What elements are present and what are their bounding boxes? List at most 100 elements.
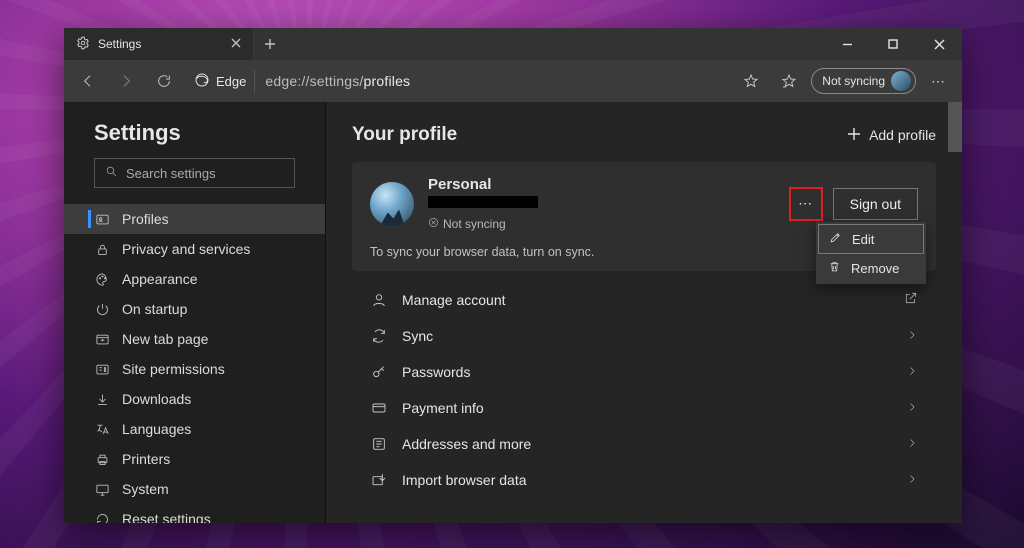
sync-status-label: Not syncing: [822, 74, 885, 88]
close-window-button[interactable]: [916, 28, 962, 60]
window-controls: [824, 28, 962, 60]
row-label: Passwords: [402, 364, 470, 380]
sign-out-button[interactable]: Sign out: [833, 188, 918, 220]
profile-context-menu: Edit Remove: [816, 222, 926, 284]
add-profile-button[interactable]: Add profile: [847, 127, 936, 144]
close-tab-icon[interactable]: [231, 37, 241, 51]
profile-avatar: [370, 182, 414, 226]
toolbar: Edge edge://settings/profiles Not syncin…: [64, 60, 962, 102]
context-menu-edit[interactable]: Edit: [818, 224, 924, 254]
sidebar-item-startup[interactable]: On startup: [64, 294, 325, 324]
key-icon: [370, 364, 388, 380]
printer-icon: [94, 452, 110, 467]
edge-logo-icon: [194, 72, 210, 91]
row-label: Import browser data: [402, 472, 527, 488]
sidebar-item-label: On startup: [122, 301, 187, 317]
row-sync[interactable]: Sync: [352, 318, 936, 354]
app-window: Settings Edge edge://settings/profiles N…: [64, 28, 962, 523]
settings-sidebar: Settings Search settings Profiles Privac…: [64, 102, 326, 523]
sidebar-item-downloads[interactable]: Downloads: [64, 384, 325, 414]
row-manage-account[interactable]: Manage account: [352, 281, 936, 318]
favorites-button[interactable]: [773, 65, 805, 97]
sidebar-item-permissions[interactable]: Site permissions: [64, 354, 325, 384]
sidebar-item-newtab[interactable]: New tab page: [64, 324, 325, 354]
search-placeholder: Search settings: [126, 166, 216, 181]
favorite-star-icon[interactable]: [735, 65, 767, 97]
row-label: Addresses and more: [402, 436, 531, 452]
search-settings-input[interactable]: Search settings: [94, 158, 295, 188]
sidebar-item-printers[interactable]: Printers: [64, 444, 325, 474]
sidebar-item-label: Site permissions: [122, 361, 225, 377]
titlebar: Settings: [64, 28, 962, 60]
sidebar-item-privacy[interactable]: Privacy and services: [64, 234, 325, 264]
pencil-icon: [829, 231, 842, 247]
add-profile-label: Add profile: [869, 127, 936, 143]
lock-icon: [94, 242, 110, 257]
sidebar-item-languages[interactable]: Languages: [64, 414, 325, 444]
sync-icon: [370, 328, 388, 344]
browser-tab-settings[interactable]: Settings: [64, 28, 254, 60]
external-link-icon: [904, 291, 918, 308]
profile-name: Personal: [428, 176, 538, 193]
content-area: Settings Search settings Profiles Privac…: [64, 102, 962, 523]
row-addresses[interactable]: Addresses and more: [352, 426, 936, 462]
profile-email-redacted: [428, 196, 538, 208]
address-icon: [370, 436, 388, 452]
sidebar-item-system[interactable]: System: [64, 474, 325, 504]
new-tab-button[interactable]: [254, 28, 286, 60]
chevron-right-icon: [906, 364, 918, 380]
chevron-right-icon: [906, 472, 918, 488]
row-payment[interactable]: Payment info: [352, 390, 936, 426]
profile-sync-pill[interactable]: Not syncing: [811, 68, 916, 94]
maximize-button[interactable]: [870, 28, 916, 60]
sidebar-item-label: Languages: [122, 421, 191, 437]
main-header: Your profile Add profile: [352, 124, 936, 146]
main-heading: Your profile: [352, 124, 457, 146]
sidebar-heading: Settings: [64, 120, 325, 158]
edge-identity: Edge: [186, 70, 255, 93]
url-path: profiles: [364, 73, 411, 89]
person-icon: [370, 292, 388, 308]
profile-info: Personal Not syncing: [428, 176, 538, 231]
sidebar-item-profiles[interactable]: Profiles: [64, 204, 325, 234]
sidebar-item-appearance[interactable]: Appearance: [64, 264, 325, 294]
sidebar-item-label: Profiles: [122, 211, 169, 227]
newtab-icon: [94, 332, 110, 347]
sidebar-item-reset[interactable]: Reset settings: [64, 504, 325, 523]
import-icon: [370, 472, 388, 488]
address-bar[interactable]: edge://settings/profiles: [265, 73, 729, 89]
sidebar-item-label: Appearance: [122, 271, 198, 287]
power-icon: [94, 302, 110, 317]
gear-icon: [76, 36, 90, 53]
chevron-right-icon: [906, 328, 918, 344]
chevron-right-icon: [906, 436, 918, 452]
forward-button[interactable]: [110, 65, 142, 97]
sidebar-item-label: Printers: [122, 451, 170, 467]
row-label: Sync: [402, 328, 433, 344]
minimize-button[interactable]: [824, 28, 870, 60]
download-icon: [94, 392, 110, 407]
language-icon: [94, 422, 110, 437]
permissions-icon: [94, 362, 110, 377]
row-label: Manage account: [402, 292, 506, 308]
row-import[interactable]: Import browser data: [352, 462, 936, 498]
sidebar-nav: Profiles Privacy and services Appearance…: [64, 198, 325, 523]
card-icon: [370, 400, 388, 416]
sidebar-item-label: Privacy and services: [122, 241, 250, 257]
row-label: Payment info: [402, 400, 484, 416]
plus-icon: [847, 127, 861, 144]
row-passwords[interactable]: Passwords: [352, 354, 936, 390]
app-menu-button[interactable]: ⋯: [922, 65, 954, 97]
sidebar-item-label: Reset settings: [122, 511, 211, 523]
edge-label: Edge: [216, 74, 246, 89]
scrollbar-thumb[interactable]: [948, 102, 962, 152]
profile-more-button[interactable]: ⋯: [789, 187, 823, 221]
context-menu-remove[interactable]: Remove: [818, 254, 924, 282]
url-prefix: edge://settings/: [265, 73, 363, 89]
sidebar-item-label: New tab page: [122, 331, 208, 347]
trash-icon: [828, 260, 841, 276]
back-button[interactable]: [72, 65, 104, 97]
sidebar-item-label: Downloads: [122, 391, 191, 407]
refresh-button[interactable]: [148, 65, 180, 97]
sync-off-icon: [428, 217, 439, 231]
